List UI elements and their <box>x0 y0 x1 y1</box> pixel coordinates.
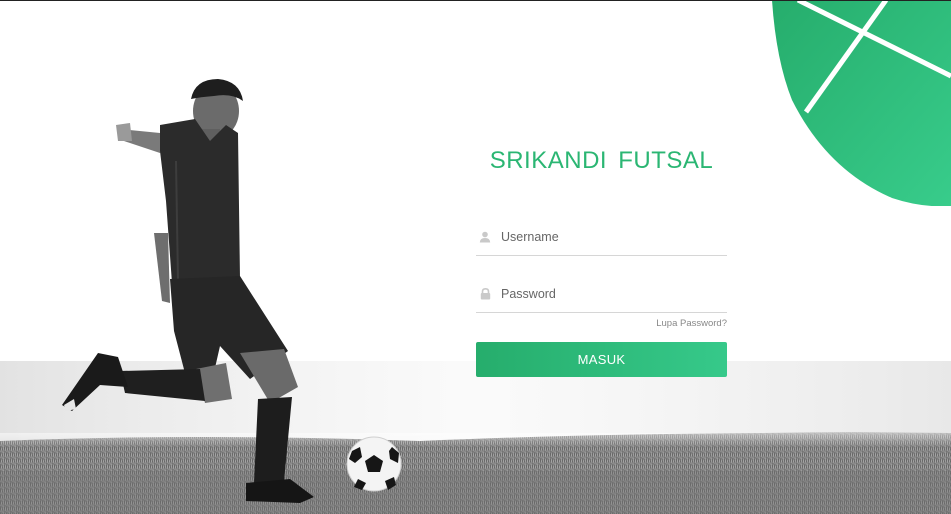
login-button[interactable]: MASUK <box>476 342 727 377</box>
forgot-password-link[interactable]: Lupa Password? <box>656 318 727 329</box>
login-page: SRIKANDI FUTSAL Lupa Password? MA <box>0 0 951 514</box>
user-icon <box>476 228 494 246</box>
username-field-row <box>476 219 727 256</box>
login-form: SRIKANDI FUTSAL Lupa Password? MA <box>476 141 727 377</box>
lock-icon <box>476 285 494 303</box>
brand-title: SRIKANDI FUTSAL <box>489 147 714 174</box>
forgot-row: Lupa Password? <box>476 313 727 331</box>
password-input[interactable] <box>501 279 721 309</box>
decorative-ball-graphic <box>772 1 951 206</box>
football-icon <box>346 436 402 492</box>
username-input[interactable] <box>501 222 721 252</box>
password-field-row <box>476 276 727 313</box>
